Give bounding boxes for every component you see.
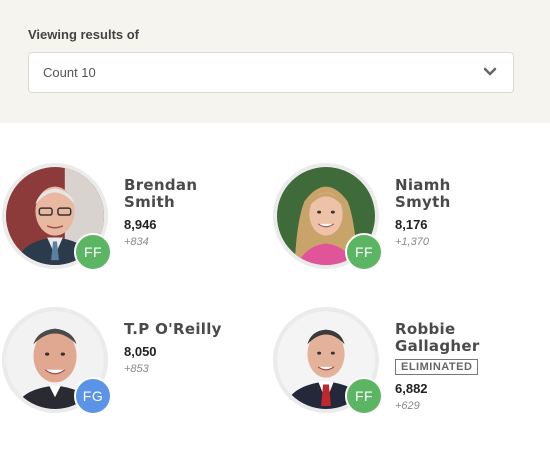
candidate-card-niamh-smyth[interactable]: FF Niamh Smyth 8,176 +1,370 [273,163,523,283]
candidate-first-name: Brendan [124,176,198,194]
candidate-transfer: +629 [395,400,420,412]
candidate-card-robbie-gallagher[interactable]: FF Robbie Gallagher ELIMINATED 6,882 +62… [273,307,523,427]
candidate-last-name: Gallagher [395,337,480,355]
candidate-first-name: Robbie [395,320,456,338]
viewing-results-label: Viewing results of [28,27,140,42]
party-badge: FF [74,233,112,271]
party-badge: FG [74,377,112,415]
candidate-votes: 8,946 [124,217,157,232]
candidate-first-name: Niamh [395,176,451,194]
candidate-name: T.P O'Reilly [124,320,222,338]
candidate-votes: 6,882 [395,381,428,396]
candidate-transfer: +853 [124,363,149,375]
count-select[interactable]: Count 10 [28,52,514,93]
party-badge: FF [345,233,383,271]
candidate-last-name: Smith [124,193,175,211]
candidate-last-name: Smyth [395,193,451,211]
candidate-votes: 8,176 [395,217,428,232]
count-select-value: Count 10 [43,65,96,80]
candidate-card-brendan-smith[interactable]: FF Brendan Smith 8,946 +834 [2,163,252,283]
count-filter-panel: Viewing results of Count 10 [0,0,550,123]
candidate-votes: 8,050 [124,344,157,359]
party-badge: FF [345,377,383,415]
candidate-card-tp-oreilly[interactable]: FG T.P O'Reilly 8,050 +853 [2,307,252,427]
candidate-transfer: +834 [124,236,149,248]
candidate-transfer: +1,370 [395,236,429,248]
chevron-down-icon [483,67,497,76]
eliminated-badge: ELIMINATED [395,359,479,375]
